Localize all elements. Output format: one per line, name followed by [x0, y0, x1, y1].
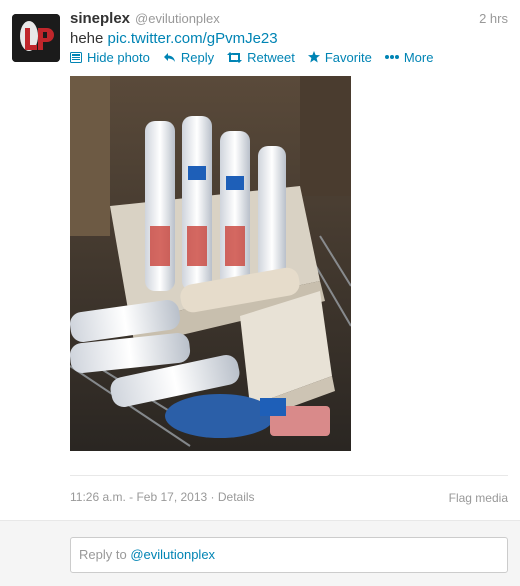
hide-photo-button[interactable]: Hide photo: [70, 50, 150, 65]
tweet-header: sineplex @evilutionplex 2 hrs: [70, 10, 508, 30]
details-link[interactable]: Details: [218, 490, 255, 504]
tweet-text-prefix: hehe: [70, 30, 108, 47]
reply-arrow-icon: [163, 52, 176, 63]
hide-photo-label: Hide photo: [87, 49, 150, 65]
photo-icon: [70, 51, 82, 63]
tweet-time[interactable]: 2 hrs: [479, 11, 508, 26]
reply-mention: @evilutionplex: [130, 547, 216, 562]
tweet-meta: 11:26 a.m. - Feb 17, 2013 · Details: [70, 490, 255, 504]
reply-area: Reply to @evilutionplex: [0, 520, 520, 586]
display-name[interactable]: sineplex: [70, 10, 130, 27]
reply-prefix: Reply to: [79, 547, 131, 562]
reply-label: Reply: [180, 49, 215, 65]
username[interactable]: @evilutionplex: [135, 11, 220, 26]
tweet-card: sineplex @evilutionplex 2 hrs hehe pic.t…: [0, 0, 520, 520]
star-icon: [307, 51, 320, 63]
divider: [70, 475, 508, 476]
tweet-photo[interactable]: [70, 76, 351, 451]
tweet-photo-link[interactable]: pic.twitter.com/gPvmJe23: [108, 30, 278, 47]
meta-separator: ·: [207, 490, 218, 504]
favorite-button[interactable]: Favorite: [307, 49, 372, 65]
more-label: More: [403, 49, 434, 65]
reply-button[interactable]: Reply: [163, 50, 214, 65]
favorite-label: Favorite: [324, 49, 372, 65]
tweet-text: hehe pic.twitter.com/gPvmJe23: [70, 30, 278, 47]
more-dots-icon: [384, 55, 399, 59]
tweet-actions: Hide photo Reply Retweet Favorite More: [70, 48, 446, 66]
tweet-timestamp: 11:26 a.m. - Feb 17, 2013: [70, 490, 208, 504]
reply-input[interactable]: Reply to @evilutionplex: [70, 537, 508, 573]
more-button[interactable]: More: [384, 49, 434, 65]
retweet-label: Retweet: [247, 49, 295, 65]
flag-media-link[interactable]: Flag media: [449, 491, 508, 505]
avatar[interactable]: [12, 14, 60, 62]
retweet-button[interactable]: Retweet: [227, 50, 295, 65]
retweet-icon: [227, 51, 243, 63]
